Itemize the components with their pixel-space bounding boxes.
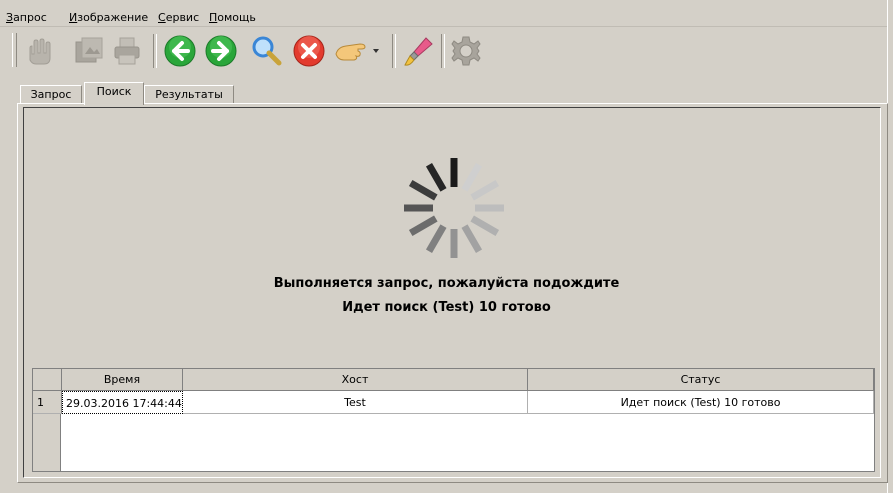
tab-results[interactable]: Результаты	[144, 85, 234, 104]
forward-arrow-icon	[205, 35, 237, 67]
status-message: Выполняется запрос, пожалуйста подождите	[273, 276, 620, 291]
results-grid: Время Хост Статус 1 29.03.2016 17:44:44 …	[32, 368, 875, 472]
column-header-host-label: Хост	[341, 373, 369, 386]
column-header-status-label: Статус	[680, 373, 721, 386]
toolbar-grip[interactable]	[12, 33, 17, 67]
pointing-hand-icon	[335, 43, 379, 61]
cell-time[interactable]: 29.03.2016 17:44:44	[62, 391, 183, 414]
toolbar-separator	[441, 34, 445, 68]
column-header-time[interactable]: Время	[62, 369, 183, 391]
menu-service-mnemonic: С	[158, 11, 166, 24]
stop-icon	[293, 35, 325, 67]
menu-image[interactable]: Изображение	[69, 11, 148, 25]
row-header-column	[33, 414, 61, 471]
menu-service-label: ервис	[165, 11, 200, 24]
menu-image-label: зображение	[77, 11, 149, 24]
pointing-hand-dropdown[interactable]	[334, 34, 382, 68]
status-progress: Идет поиск (Test) 10 готово	[342, 300, 551, 315]
tab-search-label: Поиск	[96, 85, 132, 98]
magnifier-icon	[252, 36, 282, 66]
tab-strip: Запрос Поиск Результаты	[0, 82, 893, 105]
column-header-status[interactable]: Статус	[528, 369, 874, 391]
cell-status[interactable]: Идет поиск (Test) 10 готово	[528, 391, 874, 414]
menu-query-label: апрос	[13, 11, 47, 24]
image-disabled-button[interactable]	[72, 34, 106, 68]
back-button[interactable]	[163, 34, 197, 68]
gear-icon	[451, 36, 481, 66]
tab-query[interactable]: Запрос	[20, 85, 82, 104]
toolbar-separator	[153, 34, 157, 68]
hand-disabled-button[interactable]	[22, 34, 56, 68]
row-number[interactable]: 1	[33, 391, 62, 414]
hand-disabled-icon	[29, 38, 51, 65]
toolbar-separator	[392, 34, 396, 68]
image-disabled-icon	[75, 37, 103, 63]
cell-host[interactable]: Test	[183, 391, 528, 414]
menu-query[interactable]: Запрос	[6, 11, 47, 25]
brush-button[interactable]	[402, 34, 436, 68]
grid-corner-header[interactable]	[33, 369, 62, 391]
back-arrow-icon	[164, 35, 196, 67]
settings-button[interactable]	[449, 34, 483, 68]
column-header-time-label: Время	[103, 373, 141, 386]
brush-icon	[404, 37, 433, 66]
printer-disabled-button[interactable]	[110, 34, 144, 68]
menu-service[interactable]: Сервис	[158, 11, 199, 25]
tab-search[interactable]: Поиск	[84, 82, 144, 105]
search-button[interactable]	[250, 34, 284, 68]
forward-button[interactable]	[204, 34, 238, 68]
menu-query-mnemonic: З	[6, 11, 14, 24]
menu-bar: Запрос Изображение Сервис Помощь	[0, 0, 893, 27]
tab-results-label: Результаты	[155, 88, 223, 101]
stop-button[interactable]	[292, 34, 326, 68]
toolbar	[0, 27, 893, 73]
column-header-host[interactable]: Хост	[183, 369, 528, 391]
menu-help-label: омощь	[217, 11, 256, 24]
menu-help[interactable]: Помощь	[209, 11, 256, 25]
loading-spinner-icon	[404, 158, 504, 258]
menu-image-mnemonic: И	[69, 11, 78, 24]
printer-disabled-icon	[114, 37, 140, 65]
tab-query-label: Запрос	[30, 88, 72, 101]
